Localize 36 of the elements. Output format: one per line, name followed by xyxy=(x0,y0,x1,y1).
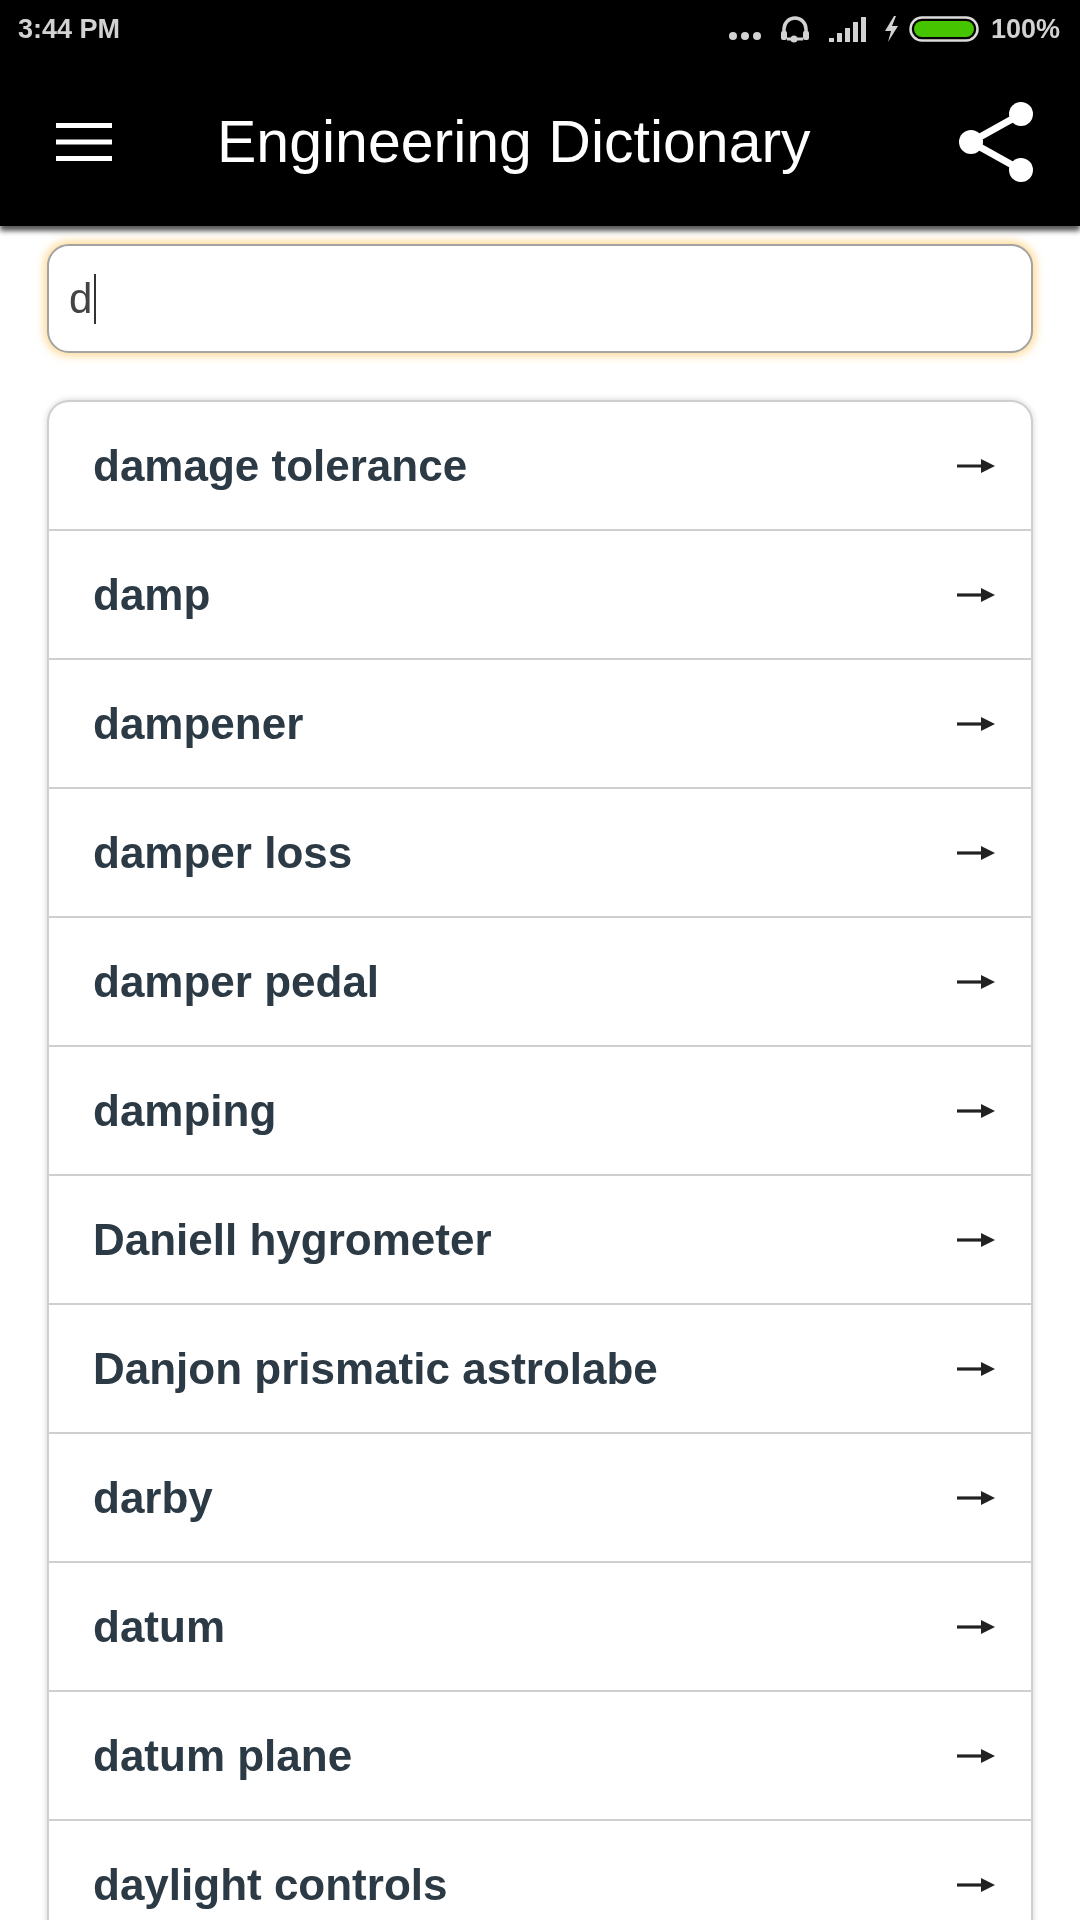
battery-icon xyxy=(908,16,979,42)
arrow-right-icon xyxy=(957,715,995,732)
arrow-right-icon xyxy=(957,1360,995,1377)
result-item[interactable]: Danjon prismatic astrolabe xyxy=(49,1305,1031,1434)
headset-icon xyxy=(778,15,811,43)
search-field[interactable]: d xyxy=(47,244,1033,353)
arrow-right-icon xyxy=(957,457,995,474)
battery-percent: 100% xyxy=(990,15,1060,43)
arrow-right-icon xyxy=(957,1618,995,1635)
arrow-right-icon xyxy=(957,1102,995,1119)
arrow-right-icon xyxy=(957,1231,995,1248)
arrow-right-icon xyxy=(957,1747,995,1764)
menu-icon[interactable] xyxy=(56,123,112,161)
result-item[interactable]: damper loss xyxy=(49,789,1031,918)
result-item[interactable]: Daniell hygrometer xyxy=(49,1176,1031,1305)
result-item[interactable]: damping xyxy=(49,1047,1031,1176)
arrow-right-icon xyxy=(957,1876,995,1893)
arrow-right-icon xyxy=(957,1489,995,1506)
result-item[interactable]: damp xyxy=(49,531,1031,660)
dots-icon xyxy=(728,32,761,40)
lightning-icon xyxy=(883,16,899,42)
arrow-right-icon xyxy=(957,586,995,603)
result-item[interactable]: dampener xyxy=(49,660,1031,789)
share-icon[interactable] xyxy=(959,102,1033,182)
signal-bars-icon xyxy=(828,16,866,42)
arrow-right-icon xyxy=(957,844,995,861)
result-item[interactable]: datum xyxy=(49,1563,1031,1692)
status-time: 3:44 PM xyxy=(18,15,121,43)
result-item[interactable]: darby xyxy=(49,1434,1031,1563)
result-item[interactable]: damper pedal xyxy=(49,918,1031,1047)
result-item[interactable]: datum plane xyxy=(49,1692,1031,1821)
result-item[interactable]: daylight controls xyxy=(49,1821,1031,1920)
arrow-right-icon xyxy=(957,973,995,990)
app-title: Engineering Dictionary xyxy=(217,112,811,172)
text-cursor xyxy=(94,273,97,324)
result-item[interactable]: damage tolerance xyxy=(49,402,1031,531)
